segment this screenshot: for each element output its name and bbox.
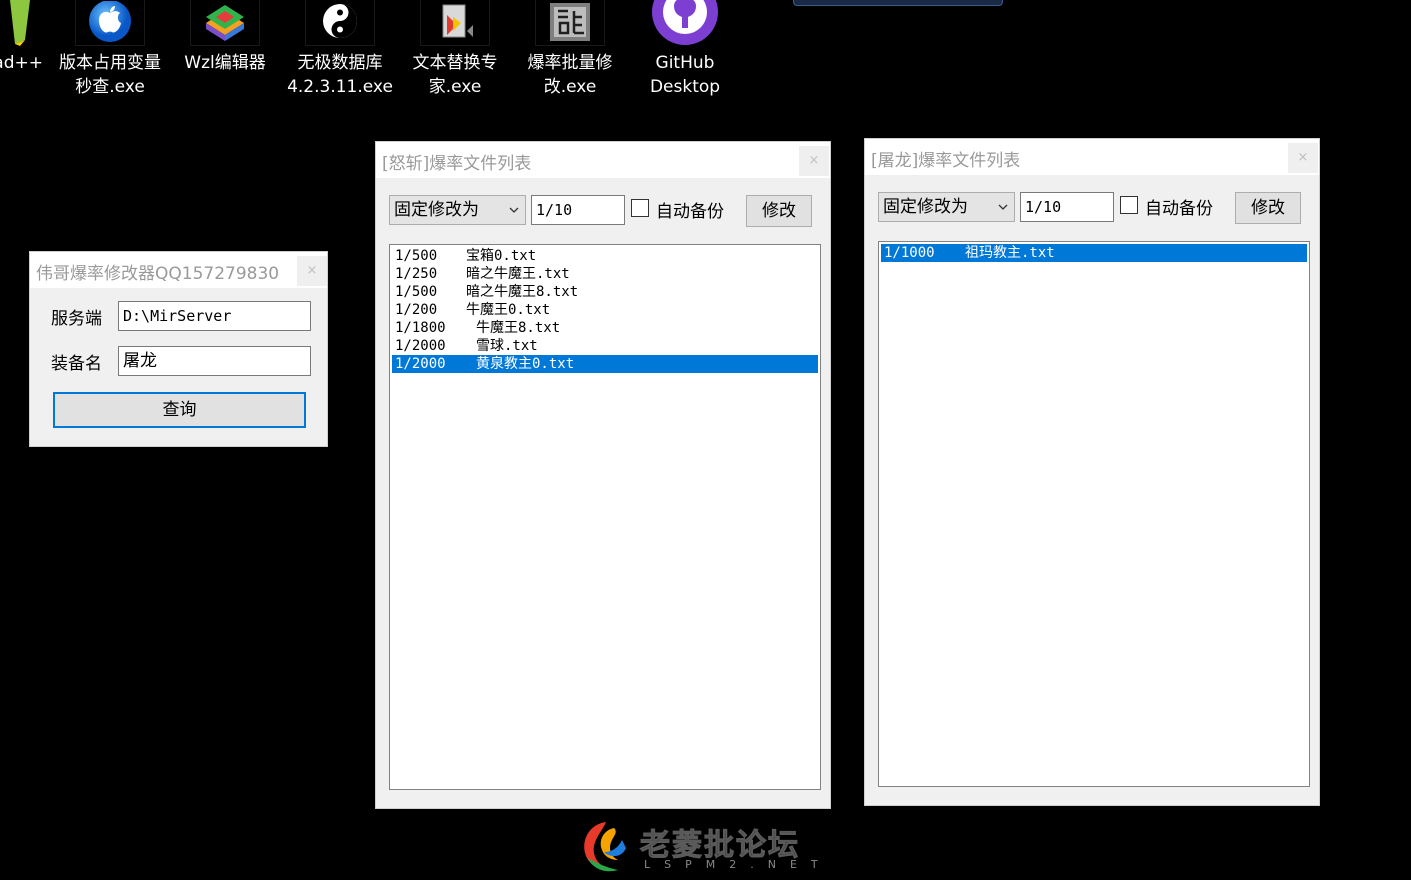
- taskbar-fragment: [793, 0, 1003, 6]
- list-item-filename: 黄泉教主0.txt: [476, 356, 575, 372]
- modify-button[interactable]: 修改: [1235, 192, 1301, 224]
- desktop-icon-version-checker[interactable]: 版本占用变量 秒查.exe: [55, 0, 165, 99]
- close-icon: ×: [306, 263, 318, 278]
- list-item-filename: 雪球.txt: [476, 338, 538, 354]
- list-item-rate: 1/200: [395, 302, 438, 318]
- file-tool-icon: [420, 0, 490, 46]
- list-item[interactable]: 1/2000 黄泉教主0.txt: [392, 355, 818, 373]
- mode-select[interactable]: 固定修改为: [389, 195, 526, 225]
- auto-backup-label: 自动备份: [656, 202, 724, 222]
- apple-icon: [75, 0, 145, 46]
- list-item[interactable]: 1/500 暗之牛魔王8.txt: [392, 283, 818, 301]
- list-item[interactable]: 1/250 暗之牛魔王.txt: [392, 265, 818, 283]
- list-item-rate: 1/500: [395, 248, 438, 264]
- tulong-window-title: [屠龙]爆率文件列表: [871, 151, 1021, 171]
- close-button[interactable]: ×: [799, 146, 829, 176]
- list-item-filename: 牛魔王0.txt: [466, 302, 551, 318]
- tulong-window-titlebar[interactable]: [屠龙]爆率文件列表 ×: [865, 139, 1319, 175]
- desktop-icon-label: 无极数据库 4.2.3.11.exe: [287, 53, 393, 97]
- rate-input[interactable]: 1/10: [1020, 192, 1114, 222]
- main-window: 伟哥爆率修改器QQ157279830 × 服务端 D:\MirServer 装备…: [29, 251, 328, 447]
- stacked-layers-icon: [190, 0, 260, 46]
- close-button[interactable]: ×: [297, 256, 327, 286]
- desktop-icon-label: Wzl编辑器: [184, 53, 266, 73]
- desktop-icon-label: 版本占用变量 秒查.exe: [59, 53, 161, 97]
- desktop-icon-text-replace[interactable]: 文本替换专 家.exe: [400, 0, 510, 99]
- server-path-input[interactable]: D:\MirServer: [118, 301, 311, 331]
- desktop-icon-label: GitHub Desktop: [649, 53, 721, 97]
- desktop-icon-label: 文本替换专 家.exe: [412, 53, 498, 97]
- list-item[interactable]: 1/1000 祖玛教主.txt: [881, 244, 1307, 262]
- auto-backup-checkbox[interactable]: [1120, 196, 1138, 214]
- list-item[interactable]: 1/2000 雪球.txt: [392, 337, 818, 355]
- dragon-character-icon: [535, 0, 605, 46]
- desktop-icon-github-desktop[interactable]: GitHub Desktop: [630, 0, 740, 99]
- watermark-subtext: LSPM2.NET: [644, 858, 832, 871]
- equip-name-input[interactable]: 屠龙: [118, 346, 311, 376]
- swirl-logo-icon: [584, 822, 626, 872]
- desktop-icon-label: 爆率批量修 改.exe: [527, 53, 613, 97]
- list-item[interactable]: 1/500 宝箱0.txt: [392, 247, 818, 265]
- list-item-rate: 1/1000: [884, 245, 935, 261]
- list-item-rate: 1/2000: [395, 356, 446, 372]
- forum-watermark: 老菱批论坛 LSPM2.NET: [578, 818, 838, 878]
- close-icon: ×: [808, 153, 820, 168]
- desktop-icon-wzl-editor[interactable]: Wzl编辑器: [170, 0, 280, 75]
- list-item[interactable]: 1/1800 牛魔王8.txt: [392, 319, 818, 337]
- rate-input[interactable]: 1/10: [531, 195, 625, 225]
- list-item-filename: 宝箱0.txt: [466, 248, 537, 264]
- desktop-icon-batch-rate[interactable]: 爆率批量修 改.exe: [515, 0, 625, 99]
- list-item-rate: 1/500: [395, 284, 438, 300]
- github-icon: [650, 0, 720, 46]
- list-item-filename: 暗之牛魔王8.txt: [466, 284, 579, 300]
- mode-select-value: 固定修改为: [394, 200, 479, 220]
- server-label: 服务端: [51, 309, 102, 329]
- list-item-rate: 1/250: [395, 266, 438, 282]
- desktop-icon-database[interactable]: 无极数据库 4.2.3.11.exe: [285, 0, 395, 99]
- list-item-rate: 1/1800: [395, 320, 446, 336]
- file-list[interactable]: 1/500 宝箱0.txt 1/250 暗之牛魔王.txt 1/500 暗之牛魔王8.tx…: [389, 244, 821, 790]
- mode-select-value: 固定修改为: [883, 197, 968, 217]
- notepad-plus-plus-icon: [0, 0, 35, 46]
- list-item-rate: 1/2000: [395, 338, 446, 354]
- chevron-down-icon: [998, 204, 1008, 210]
- tulong-window: [屠龙]爆率文件列表 × 固定修改为 1/10 自动备份 修改 1/1000 祖玛…: [864, 138, 1320, 806]
- chevron-down-icon: [509, 207, 519, 213]
- nuzhan-window: [怒斩]爆率文件列表 × 固定修改为 1/10 自动备份 修改 1/500 宝箱0…: [375, 141, 831, 809]
- mode-select[interactable]: 固定修改为: [878, 192, 1015, 222]
- list-item[interactable]: 1/200 牛魔王0.txt: [392, 301, 818, 319]
- yin-yang-icon: [305, 0, 375, 46]
- list-item-filename: 暗之牛魔王.txt: [466, 266, 570, 282]
- main-window-title: 伟哥爆率修改器QQ157279830: [36, 264, 280, 284]
- desktop-icon-label: ad++: [0, 53, 43, 73]
- close-button[interactable]: ×: [1288, 143, 1318, 173]
- file-list[interactable]: 1/1000 祖玛教主.txt: [878, 241, 1310, 787]
- equip-label: 装备名: [51, 354, 102, 374]
- auto-backup-label: 自动备份: [1145, 199, 1213, 219]
- query-button[interactable]: 查询: [53, 392, 306, 428]
- modify-button[interactable]: 修改: [746, 195, 812, 227]
- main-window-titlebar[interactable]: 伟哥爆率修改器QQ157279830 ×: [30, 252, 327, 288]
- close-icon: ×: [1297, 150, 1309, 165]
- nuzhan-window-title: [怒斩]爆率文件列表: [382, 154, 532, 174]
- nuzhan-window-titlebar[interactable]: [怒斩]爆率文件列表 ×: [376, 142, 830, 178]
- desktop-icon-notepad[interactable]: ad++: [0, 0, 55, 75]
- list-item-filename: 牛魔王8.txt: [476, 320, 561, 336]
- auto-backup-checkbox[interactable]: [631, 199, 649, 217]
- list-item-filename: 祖玛教主.txt: [965, 245, 1055, 261]
